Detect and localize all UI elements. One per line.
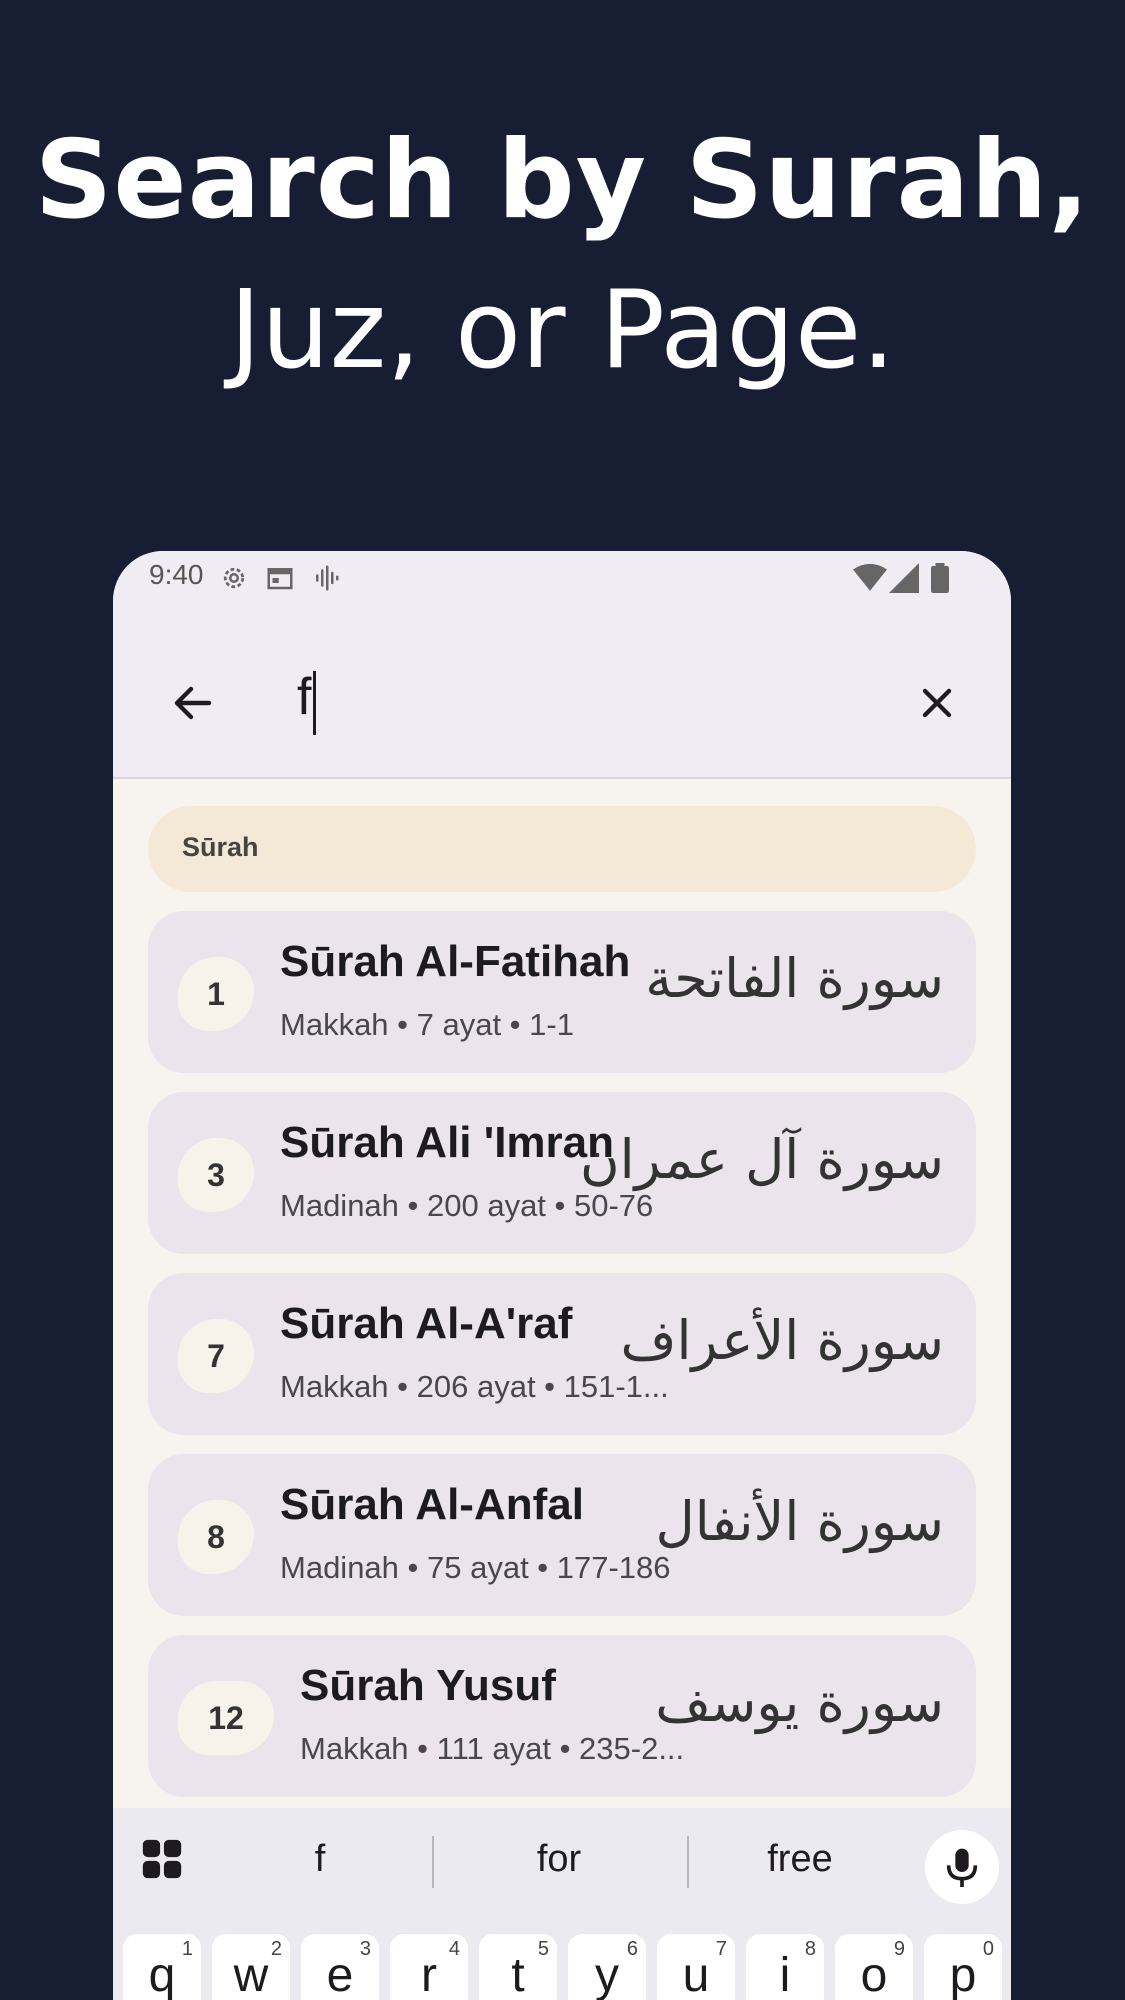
search-input[interactable]: f	[297, 667, 311, 727]
key-o[interactable]: o9	[835, 1934, 913, 2000]
surah-title: Sūrah Al-Fatihah	[280, 937, 631, 986]
key-r[interactable]: r4	[390, 1934, 468, 2000]
surah-subtitle: Madinah • 75 ayat • 177-186	[280, 1550, 671, 1585]
key-t[interactable]: t5	[479, 1934, 557, 2000]
surah-result-item[interactable]: 7 Sūrah Al-A'raf Makkah • 206 ayat • 151…	[148, 1273, 976, 1435]
status-bar: 9:40	[113, 551, 1011, 611]
on-screen-keyboard: f for free q1 w2 e3 r4 t5 y6 u7 i8 o9 p0	[113, 1808, 1011, 2000]
keyboard-suggestion[interactable]: free	[700, 1838, 900, 1881]
surah-arabic-name: سورة يوسف	[655, 1671, 944, 1734]
surah-number-badge: 7	[178, 1319, 254, 1393]
surah-subtitle: Madinah • 200 ayat • 50-76	[280, 1188, 654, 1223]
surah-result-item[interactable]: 3 Sūrah Ali 'Imran Madinah • 200 ayat • …	[148, 1092, 976, 1254]
surah-result-item[interactable]: 8 Sūrah Al-Anfal Madinah • 75 ayat • 177…	[148, 1454, 976, 1616]
surah-number-badge: 12	[178, 1681, 274, 1755]
surah-result-item[interactable]: 1 Sūrah Al-Fatihah Makkah • 7 ayat • 1-1…	[148, 911, 976, 1073]
suggestion-divider	[432, 1836, 434, 1888]
back-arrow-icon[interactable]	[169, 679, 217, 727]
headline-line-2: Juz, or Page.	[229, 268, 896, 393]
search-bar: f	[113, 611, 1011, 779]
surah-title: Sūrah Ali 'Imran	[280, 1118, 615, 1167]
surah-title: Sūrah Yusuf	[300, 1661, 556, 1710]
key-i[interactable]: i8	[746, 1934, 824, 2000]
calendar-icon	[265, 563, 295, 597]
key-q[interactable]: q1	[123, 1934, 201, 2000]
headline-line-1: Search by Surah,	[34, 118, 1091, 243]
keyboard-apps-grid-icon[interactable]	[139, 1836, 185, 1886]
section-header-surah: Sūrah	[148, 806, 976, 892]
surah-subtitle: Makkah • 111 ayat • 235-2...	[300, 1731, 685, 1766]
close-icon[interactable]	[913, 679, 961, 727]
surah-number-badge: 1	[178, 957, 254, 1031]
surah-arabic-name: سورة آل عمران	[580, 1128, 944, 1191]
cell-signal-icon	[889, 563, 919, 597]
key-w[interactable]: w2	[212, 1934, 290, 2000]
surah-result-item[interactable]: 12 Sūrah Yusuf Makkah • 111 ayat • 235-2…	[148, 1635, 976, 1797]
wifi-icon	[853, 563, 887, 597]
keyboard-suggestion[interactable]: f	[220, 1838, 420, 1881]
surah-arabic-name: سورة الأنفال	[655, 1490, 944, 1553]
surah-number-badge: 3	[178, 1138, 254, 1212]
battery-icon	[931, 563, 949, 597]
keyboard-suggestion[interactable]: for	[459, 1838, 659, 1881]
microphone-button[interactable]	[925, 1830, 999, 1904]
surah-subtitle: Makkah • 7 ayat • 1-1	[280, 1007, 574, 1042]
suggestion-divider	[687, 1836, 689, 1888]
audio-waveform-icon	[311, 563, 341, 597]
surah-title: Sūrah Al-A'raf	[280, 1299, 573, 1348]
status-time: 9:40	[149, 559, 204, 590]
section-label: Sūrah	[182, 832, 259, 862]
surah-arabic-name: سورة الفاتحة	[645, 947, 944, 1010]
surah-subtitle: Makkah • 206 ayat • 151-1...	[280, 1369, 669, 1404]
key-e[interactable]: e3	[301, 1934, 379, 2000]
key-y[interactable]: y6	[568, 1934, 646, 2000]
surah-title: Sūrah Al-Anfal	[280, 1480, 584, 1529]
key-u[interactable]: u7	[657, 1934, 735, 2000]
surah-arabic-name: سورة الأعراف	[620, 1309, 944, 1372]
text-cursor	[313, 671, 316, 735]
phone-screen: 9:40 f Sūrah 1 Sūrah Al-Fatihah Makkah •…	[113, 551, 1011, 2000]
surah-number-badge: 8	[178, 1500, 254, 1574]
settings-gear-icon	[219, 563, 249, 597]
key-p[interactable]: p0	[924, 1934, 1002, 2000]
